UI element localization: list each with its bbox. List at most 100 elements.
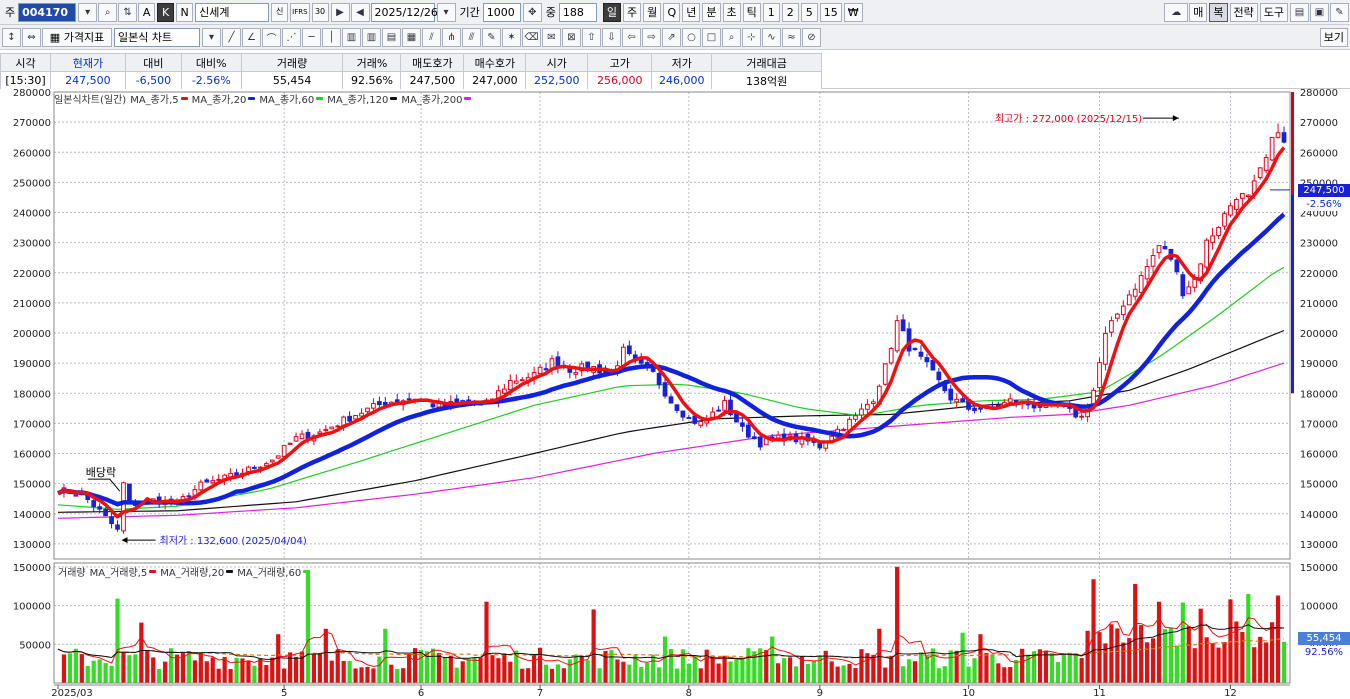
left-arrow-icon[interactable]: ⇦ [622, 27, 641, 47]
move-icon[interactable]: ✥ [522, 2, 542, 22]
interval-15[interactable]: 15 [819, 2, 842, 22]
arc-icon[interactable]: ⌒ [262, 27, 281, 47]
y-tick-label-left: 190000 [13, 359, 51, 370]
period-day[interactable]: 일 [602, 2, 622, 22]
period-tick[interactable]: 틱 [742, 2, 761, 22]
strategy-button[interactable]: 전략 [1229, 2, 1258, 22]
volume-bar [1067, 652, 1072, 683]
y-tick-label-left: 220000 [13, 269, 51, 280]
vertical-line-icon[interactable]: │ [322, 27, 341, 47]
last-price-badge: 247,500 [1298, 184, 1350, 197]
period-quarter[interactable]: Q [663, 2, 681, 22]
currency-button[interactable]: ₩ [843, 2, 863, 22]
note-icon[interactable]: ✉ [542, 27, 561, 47]
circle-icon[interactable]: ○ [682, 27, 701, 47]
period-minute[interactable]: 분 [702, 2, 721, 22]
calendar-dropdown-icon[interactable]: ▾ [436, 2, 456, 22]
wave-icon[interactable]: ∿ [762, 27, 781, 47]
down-arrow-icon[interactable]: ⇩ [602, 27, 621, 47]
horizontal-line-icon[interactable]: ─ [302, 27, 321, 47]
volume-bar [496, 658, 501, 683]
price-volume-chart[interactable]: 130000 130000 140000 140000 150000 150000 1600… [0, 89, 1350, 699]
up-arrow-icon[interactable]: ⇧ [582, 27, 601, 47]
chart-type-dropdown-icon[interactable]: ▾ [202, 27, 221, 47]
n-button[interactable]: N [176, 2, 194, 22]
grid3-icon[interactable]: ▤ [382, 27, 401, 47]
date-field[interactable]: 2025/12/26 [370, 2, 438, 22]
period-year[interactable]: 년 [682, 2, 701, 22]
pitchfork-icon[interactable]: ⋔ [442, 27, 461, 47]
candle-body [353, 415, 358, 420]
trendline-icon[interactable]: ╱ [222, 27, 241, 47]
square-icon[interactable]: □ [702, 27, 721, 47]
k-button[interactable]: K [157, 2, 175, 22]
volume-bar [448, 655, 453, 683]
back-icon[interactable]: ◀ [350, 2, 370, 22]
chart-title: 일본식차트(일간) [54, 95, 127, 106]
channel-icon[interactable]: ⫽ [422, 27, 441, 47]
folder-icon[interactable]: ▤ [1290, 2, 1309, 22]
fan-icon[interactable]: ⋰ [282, 27, 301, 47]
volume-bar [532, 654, 537, 683]
view-button[interactable]: 보기 [1319, 27, 1348, 47]
restore-button[interactable]: 복 [1209, 2, 1228, 22]
volume-bar [1258, 636, 1263, 683]
period-second[interactable]: 초 [722, 2, 741, 22]
x-tick-label: 5 [281, 688, 287, 699]
export-icon[interactable]: ⇗ [662, 27, 681, 47]
price-indicator-button[interactable]: ▦ 가격지표 [42, 27, 112, 47]
candle-body [775, 434, 781, 439]
eraser-icon[interactable]: ⌫ [522, 27, 541, 47]
volume-bar [984, 652, 989, 683]
arrows-icon[interactable]: ⇔ [22, 27, 41, 47]
period-input[interactable]: 1000 [482, 2, 521, 22]
volume-bar [728, 661, 733, 683]
settings-icon[interactable]: ✎ [1330, 2, 1349, 22]
a-button[interactable]: A [138, 2, 156, 22]
candle-body [1216, 227, 1221, 237]
tools-button[interactable]: 도구 [1259, 2, 1288, 22]
quote-header: 고가 [587, 53, 653, 72]
candle-body [377, 401, 382, 406]
interval-2[interactable]: 2 [781, 2, 799, 22]
grid2-icon[interactable]: ▥ [362, 27, 381, 47]
volume-bar [918, 652, 924, 683]
volume-bar [627, 664, 632, 683]
search-icon[interactable]: ⌕ [98, 2, 118, 22]
parallel-icon[interactable]: ⫻ [462, 27, 481, 47]
volume-bar [1061, 654, 1066, 683]
grid4-icon[interactable]: ▦ [402, 27, 421, 47]
volume-bar [930, 648, 935, 683]
code-dropdown-icon[interactable]: ▾ [78, 2, 98, 22]
updown-icon[interactable]: ↕ [2, 27, 21, 47]
sort-icon[interactable]: ⇅ [118, 2, 138, 22]
volume-bar [163, 661, 168, 683]
legend-vma60: MA_거래량,60 [237, 564, 311, 579]
crosshair-icon[interactable]: ⊹ [742, 27, 761, 47]
interval-1[interactable]: 1 [762, 2, 780, 22]
interval-5[interactable]: 5 [800, 2, 818, 22]
period-week[interactable]: 주 [623, 2, 642, 22]
wave2-icon[interactable]: ≈ [782, 27, 801, 47]
count-input[interactable]: 188 [558, 2, 597, 22]
period-month[interactable]: 월 [643, 2, 662, 22]
box-icon[interactable]: ⊠ [562, 27, 581, 47]
play-icon[interactable]: ▶ [330, 2, 350, 22]
save-icon[interactable]: ▣ [1310, 2, 1329, 22]
quote-amount: 138억원 [711, 71, 822, 90]
angle-icon[interactable]: ∠ [242, 27, 261, 47]
pencil-icon[interactable]: ✎ [482, 27, 501, 47]
grid1-icon[interactable]: ▥ [342, 27, 361, 47]
volume-bar [889, 655, 894, 683]
right-arrow-icon[interactable]: ⇨ [642, 27, 661, 47]
chart-type-select[interactable]: 일본식 차트 [114, 27, 200, 47]
magic-icon[interactable]: ✶ [502, 27, 521, 47]
cloud-icon[interactable]: ☁ [1164, 2, 1189, 22]
stock-name-field[interactable]: 신세계 [195, 2, 270, 22]
buy-button[interactable]: 매 [1189, 2, 1208, 22]
zoom-icon[interactable]: ⌕ [722, 27, 741, 47]
volume-bar [276, 634, 281, 683]
candle-body [210, 480, 216, 484]
stock-code-input[interactable]: 004170 [18, 2, 77, 22]
reset-icon[interactable]: ⊘ [802, 27, 821, 47]
